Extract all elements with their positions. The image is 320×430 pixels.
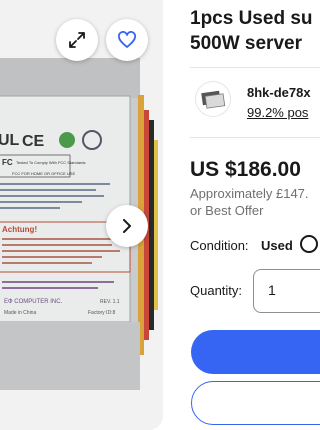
next-image-button[interactable] <box>106 205 148 247</box>
item-price: US $186.00 <box>190 158 301 181</box>
listing-title-line2: 500W server <box>190 33 302 54</box>
divider <box>190 137 320 138</box>
expand-arrows-icon <box>69 32 85 48</box>
photo-label-brand: ЕФ COMPUTER INC. <box>4 299 63 305</box>
listing-title-line1: 1pcs Used su <box>190 8 313 29</box>
photo-label-tested: Tested To Comply With FCC Standards <box>16 160 86 165</box>
seller-store-icon <box>201 90 226 109</box>
seller-avatar[interactable] <box>196 82 230 116</box>
photo-label-rev: REV. 1.1 <box>100 299 120 305</box>
listing-info: 1pcs Used su 500W server 8hk-de78x 99.2%… <box>190 0 320 430</box>
svg-text:CE: CE <box>22 133 45 150</box>
photo-label-factory: Factory ID:8 <box>88 310 115 316</box>
image-gallery: UL CE FC Tested To Comply With FCC Stand… <box>0 0 163 430</box>
add-to-cart-button[interactable] <box>191 381 320 425</box>
photo-label-fcc: FCC FOR HOME OR OFFICE USE <box>12 171 75 176</box>
condition-label: Condition: <box>190 238 249 253</box>
quantity-input[interactable]: 1 <box>253 269 320 313</box>
divider <box>190 67 320 68</box>
seller-name[interactable]: 8hk-de78x <box>247 85 311 100</box>
quantity-label: Quantity: <box>190 283 243 298</box>
seller-feedback-link[interactable]: 99.2% pos <box>247 105 308 120</box>
approx-price: Approximately £147. <box>190 186 309 201</box>
photo-label-made-in: Made in China <box>4 310 36 316</box>
buy-it-now-button[interactable] <box>191 330 320 374</box>
listing-title: 1pcs Used su 500W server <box>190 6 320 56</box>
info-icon[interactable] <box>300 235 318 253</box>
expand-image-button[interactable] <box>56 19 98 61</box>
best-offer-text: or Best Offer <box>190 203 264 218</box>
chevron-right-icon <box>123 219 131 233</box>
watch-button[interactable] <box>106 19 148 61</box>
heart-icon <box>118 31 136 48</box>
condition-value: Used <box>261 238 293 253</box>
photo-label-warning: Achtung! <box>2 225 37 234</box>
svg-text:UL: UL <box>0 132 20 149</box>
svg-text:FC: FC <box>2 158 13 167</box>
